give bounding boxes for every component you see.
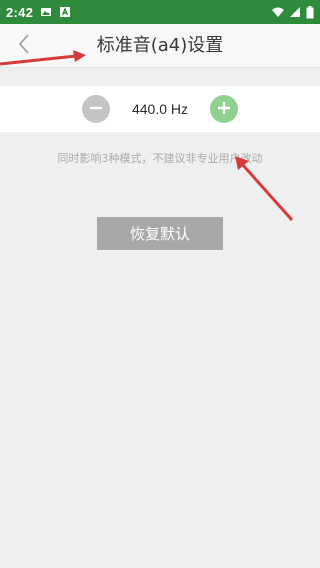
- status-bar: 2:42: [0, 0, 320, 24]
- frequency-panel: 440.0 Hz: [0, 86, 320, 132]
- battery-icon: [306, 6, 314, 19]
- minus-icon: [89, 100, 103, 119]
- page-title: 标准音(a4)设置: [96, 35, 224, 56]
- decrease-frequency-button[interactable]: [82, 95, 110, 123]
- increase-frequency-button[interactable]: [210, 95, 238, 123]
- signal-icon: [289, 6, 301, 18]
- hint-text: 同时影响3种模式，不建议非专业用户改动: [57, 152, 263, 165]
- text-a-icon: [59, 6, 71, 18]
- image-icon: [40, 6, 52, 18]
- status-time: 2:42: [6, 4, 34, 20]
- plus-icon: [217, 100, 231, 119]
- wifi-icon: [272, 6, 284, 18]
- status-right-group: [272, 6, 314, 19]
- app-bar: 标准音(a4)设置: [0, 24, 320, 68]
- status-left-group: 2:42: [6, 5, 71, 20]
- reset-default-button[interactable]: 恢复默认: [97, 217, 223, 250]
- frequency-value: 440.0 Hz: [131, 101, 189, 117]
